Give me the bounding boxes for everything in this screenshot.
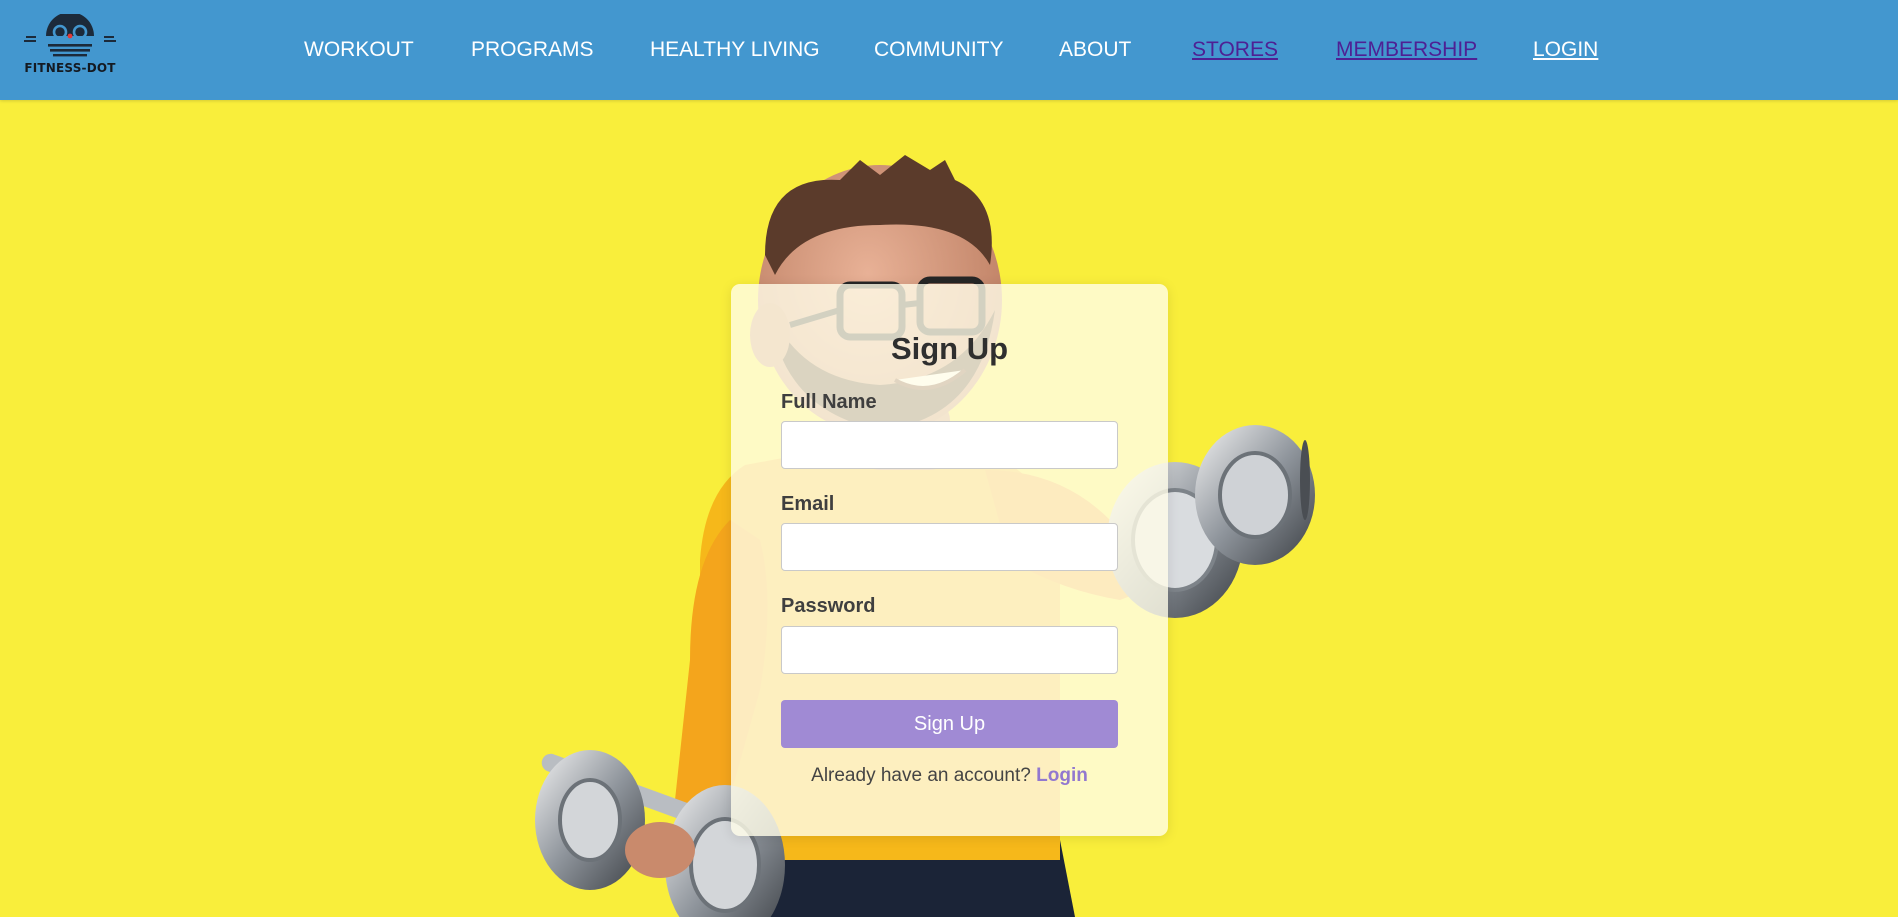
password-label: Password (781, 595, 876, 617)
nav-stores[interactable]: STORES (1192, 38, 1278, 62)
login-prompt: Already have an account? Login (731, 764, 1168, 788)
full-name-input[interactable] (781, 421, 1118, 469)
form-title: Sign Up (890, 331, 1009, 366)
login-link[interactable]: Login (1036, 765, 1088, 786)
email-label: Email (781, 493, 835, 515)
password-input[interactable] (781, 626, 1118, 674)
brand-name: FITNESS-DOT (24, 61, 116, 75)
nav-login[interactable]: LOGIN (1533, 38, 1598, 62)
nav-about[interactable]: ABOUT (1059, 38, 1131, 62)
brand-logo[interactable]: FITNESS-DOT (16, 14, 124, 78)
nav-community[interactable]: COMMUNITY (874, 38, 1004, 62)
nav-programs[interactable]: PROGRAMS (471, 38, 594, 62)
nav-healthy-living[interactable]: HEALTHY LIVING (650, 38, 820, 62)
page: FITNESS-DOT WORKOUT PROGRAMS HEALTHY LIV… (0, 0, 1898, 917)
nav-membership[interactable]: MEMBERSHIP (1336, 38, 1477, 62)
dumbbell-face-icon (24, 14, 116, 60)
signup-form-card: Sign Up Full Name Email Password Sign Up… (731, 284, 1168, 836)
signup-button[interactable]: Sign Up (781, 700, 1118, 748)
nav-workout[interactable]: WORKOUT (304, 38, 414, 62)
login-prompt-text: Already have an account? (811, 765, 1031, 786)
top-navbar: FITNESS-DOT WORKOUT PROGRAMS HEALTHY LIV… (0, 0, 1898, 100)
full-name-label: Full Name (781, 391, 877, 413)
email-input[interactable] (781, 523, 1118, 571)
